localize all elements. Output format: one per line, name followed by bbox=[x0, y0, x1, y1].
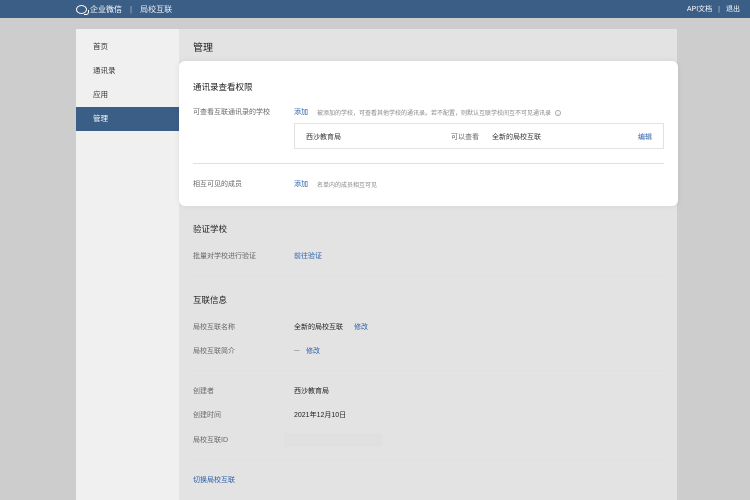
divider bbox=[193, 460, 664, 461]
wecom-logo-icon bbox=[76, 4, 89, 15]
schools-hint-text: 被添加的学校，可查看其他学校的通讯录。若不配置，则默认互联学校间互不可见通讯录 bbox=[317, 111, 552, 117]
top-bar: 企业微信 | 局校互联 API文档 | 退出 bbox=[0, 0, 750, 18]
interconnect-id-masked bbox=[284, 433, 382, 447]
edit-intro-link[interactable]: 修改 bbox=[306, 346, 320, 356]
name-label: 局校互联名称 bbox=[193, 324, 235, 331]
api-docs-link[interactable]: API文档 bbox=[687, 4, 712, 14]
page-title: 管理 bbox=[193, 43, 213, 54]
go-verify-link[interactable]: 前往验证 bbox=[294, 251, 322, 261]
intro-value: ... bbox=[294, 346, 300, 353]
divider bbox=[193, 163, 664, 164]
brand-separator: | bbox=[130, 4, 133, 14]
name-value: 全新的局校互联 bbox=[294, 324, 343, 331]
created-time-label: 创建时间 bbox=[193, 412, 221, 419]
contacts-visibility-card: 通讯录查看权限 可查看互联通讯录的学校 添加 被添加的学校，可查看其他学校的通讯… bbox=[179, 61, 678, 206]
divider bbox=[193, 275, 664, 276]
edit-name-link[interactable]: 修改 bbox=[354, 322, 368, 332]
brand-name: 企业微信 bbox=[90, 4, 122, 14]
verify-section-title: 验证学校 bbox=[193, 224, 228, 234]
created-time-value: 2021年12月10日 bbox=[294, 412, 347, 419]
row-permission: 可以查看 bbox=[451, 134, 479, 141]
visibility-table-row: 西沙教育局 可以查看 全新的局校互联 编辑 bbox=[294, 123, 664, 149]
row-edit-link[interactable]: 编辑 bbox=[638, 132, 652, 142]
visibility-section-title: 通讯录查看权限 bbox=[193, 82, 253, 92]
verify-label: 批量对学校进行验证 bbox=[193, 253, 256, 260]
top-links-separator: | bbox=[718, 5, 720, 13]
interconnect-id-label: 局校互联ID bbox=[193, 437, 228, 444]
members-label: 相互可见的成员 bbox=[193, 181, 242, 188]
sidebar: 首页 通讯录 应用 管理 bbox=[76, 29, 179, 500]
sidebar-item-manage[interactable]: 管理 bbox=[76, 107, 179, 131]
top-links: API文档 | 退出 bbox=[687, 4, 740, 14]
schools-hint: 被添加的学校，可查看其他学校的通讯录。若不配置，则默认互联学校间互不可见通讯录 i bbox=[317, 108, 562, 117]
sidebar-item-apps[interactable]: 应用 bbox=[76, 83, 179, 107]
info-icon[interactable]: i bbox=[555, 110, 562, 117]
creator-value: 西沙教育局 bbox=[294, 388, 329, 395]
row-scope: 全新的局校互联 bbox=[492, 134, 541, 141]
members-hint: 名单内的成员相互可见 bbox=[317, 183, 378, 189]
switch-interconnect-link[interactable]: 切换局校互联 bbox=[193, 475, 235, 485]
brand[interactable]: 企业微信 | 局校互联 bbox=[76, 4, 172, 15]
divider bbox=[193, 370, 664, 371]
logout-link[interactable]: 退出 bbox=[726, 4, 740, 14]
row-school: 西沙教育局 bbox=[306, 134, 341, 141]
add-school-link[interactable]: 添加 bbox=[294, 107, 308, 117]
sidebar-item-home[interactable]: 首页 bbox=[76, 35, 179, 59]
sidebar-item-contacts[interactable]: 通讯录 bbox=[76, 59, 179, 83]
add-members-link[interactable]: 添加 bbox=[294, 179, 308, 189]
intro-label: 局校互联简介 bbox=[193, 348, 235, 355]
schools-label: 可查看互联通讯录的学校 bbox=[193, 109, 270, 116]
creator-label: 创建者 bbox=[193, 388, 214, 395]
info-section-title: 互联信息 bbox=[193, 295, 228, 305]
product-name: 局校互联 bbox=[140, 4, 173, 14]
